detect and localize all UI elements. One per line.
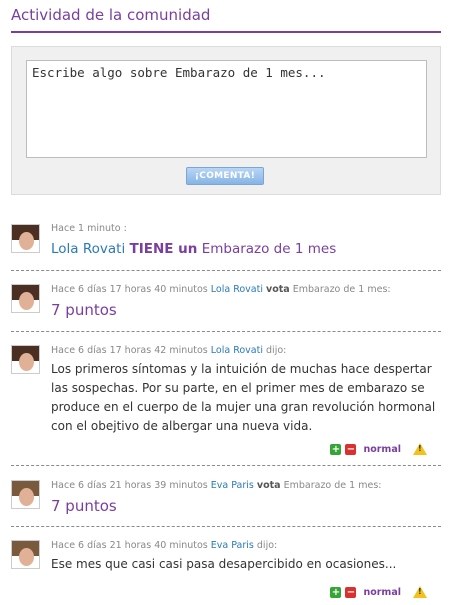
- activity-time: Hace 6 días 17 horas 42 minutos: [51, 345, 208, 356]
- separator: [11, 331, 441, 332]
- activity-meta: Hace 6 días 21 horas 39 minutos Eva Pari…: [51, 480, 381, 491]
- separator: [11, 465, 441, 466]
- activity-time: Hace 6 días 21 horas 39 minutos: [51, 480, 208, 491]
- separator: [11, 526, 441, 527]
- activity-time: Hace 6 días 17 horas 40 minutos: [51, 284, 208, 295]
- user-link[interactable]: Lola Rovati: [211, 345, 263, 356]
- plus-icon[interactable]: +: [330, 586, 342, 598]
- comment-text: Los primeros síntomas y la intuición de …: [51, 362, 436, 433]
- activity-time: Hace 1 minuto :: [51, 223, 127, 234]
- user-link[interactable]: Lola Rovati: [211, 284, 263, 295]
- user-link[interactable]: Eva Paris: [211, 540, 254, 551]
- avatar[interactable]: [11, 480, 40, 509]
- plus-icon[interactable]: +: [330, 443, 342, 455]
- section-title: Actividad de la comunidad: [11, 6, 211, 24]
- minus-icon[interactable]: −: [345, 443, 357, 455]
- user-link[interactable]: Lola Rovati: [51, 241, 125, 257]
- activity-time: Hace 6 días 21 horas 40 minutos: [51, 540, 208, 551]
- warning-icon[interactable]: !: [413, 586, 427, 598]
- comment-actions: + − normal !: [330, 585, 427, 599]
- user-link[interactable]: Eva Paris: [211, 480, 254, 491]
- separator: [11, 270, 441, 271]
- topic-link[interactable]: Embarazo de 1 mes: [202, 241, 337, 257]
- topic-text: Embarazo de 1 mes:: [292, 284, 391, 295]
- avatar[interactable]: [11, 540, 40, 569]
- activity-meta: Hace 6 días 17 horas 42 minutos Lola Rov…: [51, 345, 286, 356]
- activity-verb: TIENE un: [129, 241, 198, 257]
- activity-action: vota: [256, 480, 281, 491]
- warning-icon[interactable]: !: [413, 443, 427, 455]
- rating-label[interactable]: normal: [363, 587, 401, 598]
- title-divider: [11, 31, 441, 33]
- activity-headline: Lola Rovati TIENE un Embarazo de 1 mes: [51, 241, 336, 257]
- comment-composer: Escribe algo sobre Embarazo de 1 mes... …: [11, 46, 441, 195]
- comment-input[interactable]: Escribe algo sobre Embarazo de 1 mes...: [26, 60, 427, 158]
- avatar[interactable]: [11, 224, 40, 253]
- comment-actions: + − normal !: [330, 442, 427, 456]
- activity-meta: Hace 6 días 17 horas 40 minutos Lola Rov…: [51, 284, 391, 295]
- activity-meta: Hace 6 días 21 horas 40 minutos Eva Pari…: [51, 540, 277, 551]
- activity-action: vota: [266, 284, 290, 295]
- activity-action: dijo:: [256, 540, 278, 551]
- minus-icon[interactable]: −: [345, 586, 357, 598]
- avatar[interactable]: [11, 345, 40, 374]
- vote-score: 7 puntos: [51, 301, 117, 319]
- comment-text: Ese mes que casi casi pasa desapercibido…: [51, 557, 397, 571]
- topic-text: Embarazo de 1 mes:: [283, 480, 382, 491]
- activity-action: dijo:: [266, 345, 287, 356]
- rating-label[interactable]: normal: [363, 444, 401, 455]
- avatar[interactable]: [11, 284, 40, 313]
- comment-button[interactable]: ¡COMENTA!: [186, 167, 264, 185]
- vote-score: 7 puntos: [51, 497, 117, 515]
